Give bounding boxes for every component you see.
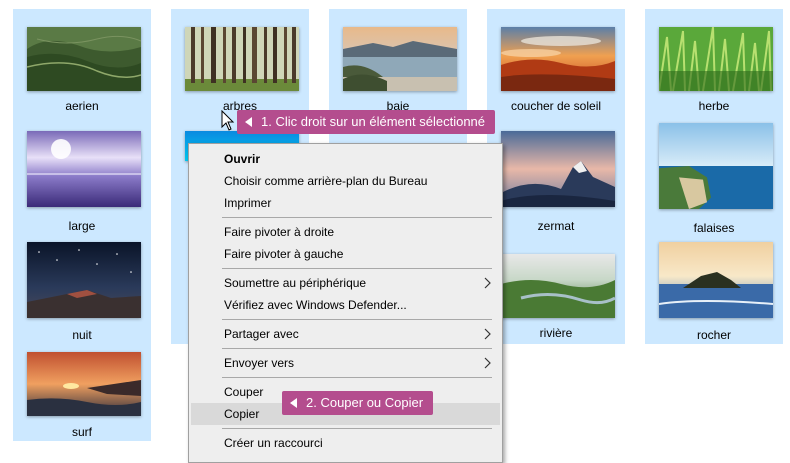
night-sky-thumbnail — [27, 242, 141, 318]
menu-item-pivoter-droite[interactable]: Faire pivoter à droite — [191, 221, 500, 243]
file-item-rocher[interactable]: rocher — [645, 236, 783, 344]
menu-item-pivoter-gauche[interactable]: Faire pivoter à gauche — [191, 243, 500, 265]
bay-coast-thumbnail — [343, 27, 457, 91]
mouse-pointer-icon — [221, 110, 235, 131]
chevron-right-icon — [484, 328, 491, 340]
file-label: nuit — [72, 328, 92, 342]
callout-step2: 2. Couper ou Copier — [282, 391, 434, 415]
file-item-surf[interactable]: surf — [13, 344, 151, 441]
menu-item-soumettre-peripherique[interactable]: Soumettre au périphérique — [191, 272, 500, 294]
callout-arrow-icon — [290, 398, 297, 408]
file-label: aerien — [65, 99, 99, 113]
file-item-falaises[interactable]: falaises — [645, 117, 783, 236]
file-item-zermat[interactable]: zermat — [487, 117, 625, 236]
callout-step1: 1. Clic droit sur un élément sélectionné — [237, 110, 496, 134]
menu-item-arriere-plan[interactable]: Choisir comme arrière-plan du Bureau — [191, 170, 500, 192]
file-item-large[interactable]: large — [13, 117, 151, 236]
surf-sunset-thumbnail — [27, 352, 141, 416]
file-item-nuit[interactable]: nuit — [13, 236, 151, 344]
file-label: herbe — [698, 99, 730, 113]
file-label: coucher de soleil — [510, 99, 602, 113]
menu-separator — [222, 428, 492, 429]
menu-item-partager-avec[interactable]: Partager avec — [191, 323, 500, 345]
river-valley-thumbnail — [501, 254, 615, 318]
sunset-clouds-thumbnail — [501, 27, 615, 91]
menu-item-windows-defender[interactable]: Vérifiez avec Windows Defender... — [191, 294, 500, 316]
callout-step2-text: 2. Couper ou Copier — [306, 395, 424, 410]
file-label: falaises — [693, 221, 735, 235]
menu-separator — [222, 319, 492, 320]
callout-step1-text: 1. Clic droit sur un élément sélectionné — [261, 114, 486, 129]
file-item-aerien[interactable]: aerien — [13, 9, 151, 117]
green-grass-thumbnail — [659, 27, 773, 91]
callout-arrow-icon — [245, 117, 252, 127]
menu-item-creer-raccourci[interactable]: Créer un raccourci — [191, 432, 500, 454]
rock-sunset-thumbnail — [659, 242, 773, 318]
menu-separator — [222, 268, 492, 269]
menu-item-ouvrir[interactable]: Ouvrir — [191, 148, 500, 170]
cliffs-coast-thumbnail — [659, 123, 773, 209]
context-menu: Ouvrir Choisir comme arrière-plan du Bur… — [188, 143, 503, 463]
menu-item-imprimer[interactable]: Imprimer — [191, 192, 500, 214]
menu-item-envoyer-vers[interactable]: Envoyer vers — [191, 352, 500, 374]
menu-separator — [222, 377, 492, 378]
file-label: large — [68, 219, 96, 233]
file-label: rivière — [539, 326, 573, 340]
file-item-herbe[interactable]: herbe — [645, 9, 783, 117]
file-item-baie[interactable]: baie — [329, 9, 467, 117]
file-label: surf — [71, 425, 92, 439]
file-label: rocher — [696, 328, 731, 342]
forest-trees-thumbnail — [185, 27, 299, 91]
aerial-valley-thumbnail — [27, 27, 141, 91]
menu-separator — [222, 348, 492, 349]
menu-separator — [222, 217, 492, 218]
file-item-coucher-de-soleil[interactable]: coucher de soleil — [487, 9, 625, 117]
chevron-right-icon — [484, 357, 491, 369]
file-item-arbres[interactable]: arbres — [171, 9, 309, 117]
file-label: zermat — [537, 219, 575, 233]
matterhorn-thumbnail — [501, 131, 615, 207]
chevron-right-icon — [484, 277, 491, 289]
purple-sea-thumbnail — [27, 131, 141, 207]
file-item-riviere[interactable]: rivière — [487, 236, 625, 344]
